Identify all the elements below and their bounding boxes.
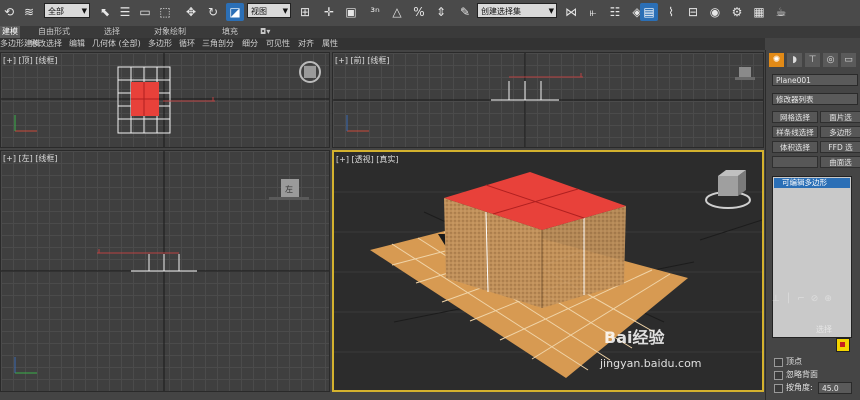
- ribbon-tabs: 建模 自由形式 选择 对象绘制 填充 ◘▾: [0, 26, 860, 38]
- rendered-frame-icon[interactable]: ▦: [750, 3, 768, 21]
- schematic-view-icon[interactable]: ⊟: [684, 3, 702, 21]
- motion-tab-icon[interactable]: ◎: [823, 53, 838, 67]
- graphite-tools-icon[interactable]: ▤: [640, 3, 658, 21]
- select-by-name-icon[interactable]: ☰: [116, 3, 134, 21]
- selection-filter-dropdown[interactable]: 全部 ▼: [44, 3, 90, 18]
- baidu-watermark: Bai经验: [604, 328, 665, 347]
- command-panel: ✺ ◗ ⊤ ◎ ▭ Plane001 修改器列表 网格选择 面片选 样条线选择 …: [765, 50, 860, 400]
- link-icon[interactable]: ⟲: [0, 3, 18, 21]
- ribbon-panels: 多边形建模 修改选择 编辑 几何体 (全部) 多边形 循环 三角剖分 细分 可见…: [0, 38, 765, 50]
- percent-snap-icon[interactable]: %: [410, 3, 428, 21]
- tab-selection[interactable]: 选择: [104, 26, 120, 38]
- viewport-front[interactable]: [+] [前] [线框]: [332, 52, 764, 148]
- angle-snap-icon[interactable]: △: [388, 3, 406, 21]
- snap-toggle-icon[interactable]: ³ⁿ: [366, 3, 384, 21]
- panel-modify-selection[interactable]: 修改选择: [30, 38, 62, 50]
- ignore-backfacing-label: 忽略背面: [786, 370, 818, 379]
- ffd-select-button[interactable]: FFD 选: [820, 141, 860, 153]
- modifier-list-dropdown[interactable]: 修改器列表: [772, 93, 858, 105]
- display-tab-icon[interactable]: ▭: [841, 53, 856, 67]
- render-setup-icon[interactable]: ⚙: [728, 3, 746, 21]
- spinner-snap-icon[interactable]: ⇕: [432, 3, 450, 21]
- top-view-geometry: [1, 53, 329, 147]
- ignore-backfacing-checkbox[interactable]: [774, 371, 783, 380]
- curve-editor-icon[interactable]: ⌇: [662, 3, 680, 21]
- edit-named-selection-icon[interactable]: ✎: [456, 3, 474, 21]
- viewport-perspective[interactable]: [+] [透视] [真实]: [332, 150, 764, 392]
- panel-subdivision[interactable]: 细分: [242, 38, 258, 50]
- rectangular-region-icon[interactable]: ▭: [136, 3, 154, 21]
- viewport-left[interactable]: [+] [左] [线框] 左: [0, 150, 330, 392]
- named-selection-dropdown[interactable]: 创建选择集 ▼: [477, 3, 557, 18]
- select-object-icon[interactable]: ⬉: [96, 3, 114, 21]
- main-toolbar: ⟲ ≋ 全部 ▼ ⬉ ☰ ▭ ⬚ ✥ ↻ ◪ 视图 ▼ ⊞ ✛ ▣ ³ⁿ △ % ⇕…: [0, 0, 860, 27]
- stack-item-editable-poly[interactable]: 可编辑多边形: [774, 178, 850, 188]
- surface-select-button[interactable]: 曲面选: [820, 156, 860, 168]
- tab-modeling[interactable]: 建模: [0, 26, 20, 38]
- coordinate-system-dropdown[interactable]: 视图 ▼: [247, 3, 291, 18]
- spline-select-button[interactable]: 样条线选择: [772, 126, 818, 138]
- viewcube-face-label: 左: [285, 184, 293, 194]
- by-angle-label: 按角度:: [786, 383, 813, 392]
- patch-select-button[interactable]: 面片选: [820, 111, 860, 123]
- window-crossing-icon[interactable]: ⬚: [156, 3, 174, 21]
- modify-tab-icon[interactable]: ◗: [787, 53, 802, 67]
- panel-visibility[interactable]: 可见性: [266, 38, 290, 50]
- watermark-url: jingyan.baidu.com: [600, 357, 702, 370]
- panel-geometry-all[interactable]: 几何体 (全部): [92, 38, 141, 50]
- tab-freeform[interactable]: 自由形式: [38, 26, 70, 38]
- angle-spinner[interactable]: 45.0: [818, 382, 852, 394]
- material-editor-icon[interactable]: ◉: [706, 3, 724, 21]
- panel-tris[interactable]: 三角剖分: [202, 38, 234, 50]
- keyboard-shortcut-icon[interactable]: ▣: [342, 3, 360, 21]
- hierarchy-tab-icon[interactable]: ⊤: [805, 53, 820, 67]
- object-name-field[interactable]: Plane001: [772, 74, 858, 86]
- tab-populate[interactable]: 填充: [222, 26, 238, 38]
- front-view-geometry: [333, 53, 763, 147]
- create-tab-icon[interactable]: ✺: [769, 53, 784, 67]
- layer-manager-icon[interactable]: ☷: [606, 3, 624, 21]
- panel-align[interactable]: 对齐: [298, 38, 314, 50]
- panel-edit[interactable]: 编辑: [69, 38, 85, 50]
- left-view-geometry: 左: [1, 151, 329, 391]
- volume-select-button[interactable]: 体积选择: [772, 141, 818, 153]
- panel-properties[interactable]: 属性: [322, 38, 338, 50]
- rotate-icon[interactable]: ↻: [204, 3, 222, 21]
- align-icon[interactable]: ⫦: [584, 3, 602, 21]
- stack-controls[interactable]: ⊥│⌐⊘⊕: [772, 294, 852, 306]
- poly-select-button[interactable]: 多边形: [820, 126, 860, 138]
- bind-spacewarp-icon[interactable]: ≋: [20, 3, 38, 21]
- mesh-select-button[interactable]: 网格选择: [772, 111, 818, 123]
- modifier-stack[interactable]: 可编辑多边形: [772, 176, 852, 338]
- selection-rollout-title[interactable]: 选择: [816, 324, 832, 335]
- empty-modifier-button[interactable]: [772, 156, 818, 168]
- tab-object-paint[interactable]: 对象绘制: [154, 26, 186, 38]
- select-manipulate-icon[interactable]: ✛: [320, 3, 338, 21]
- perspective-scene: [334, 170, 762, 378]
- viewport-top[interactable]: [+] [顶] [线框]: [0, 52, 330, 148]
- panel-polygons[interactable]: 多边形: [148, 38, 172, 50]
- scale-icon[interactable]: ◪: [226, 3, 244, 21]
- by-angle-checkbox[interactable]: [774, 384, 783, 393]
- vertex-mode-icon[interactable]: [836, 338, 850, 352]
- render-teapot-icon[interactable]: ☕: [772, 3, 790, 21]
- ribbon-options-icon[interactable]: ◘▾: [260, 26, 270, 38]
- move-icon[interactable]: ✥: [182, 3, 200, 21]
- panel-loops[interactable]: 循环: [179, 38, 195, 50]
- by-vertex-checkbox[interactable]: [774, 358, 783, 367]
- by-vertex-label: 顶点: [786, 357, 802, 366]
- pivot-center-icon[interactable]: ⊞: [296, 3, 314, 21]
- mirror-icon[interactable]: ⋈: [562, 3, 580, 21]
